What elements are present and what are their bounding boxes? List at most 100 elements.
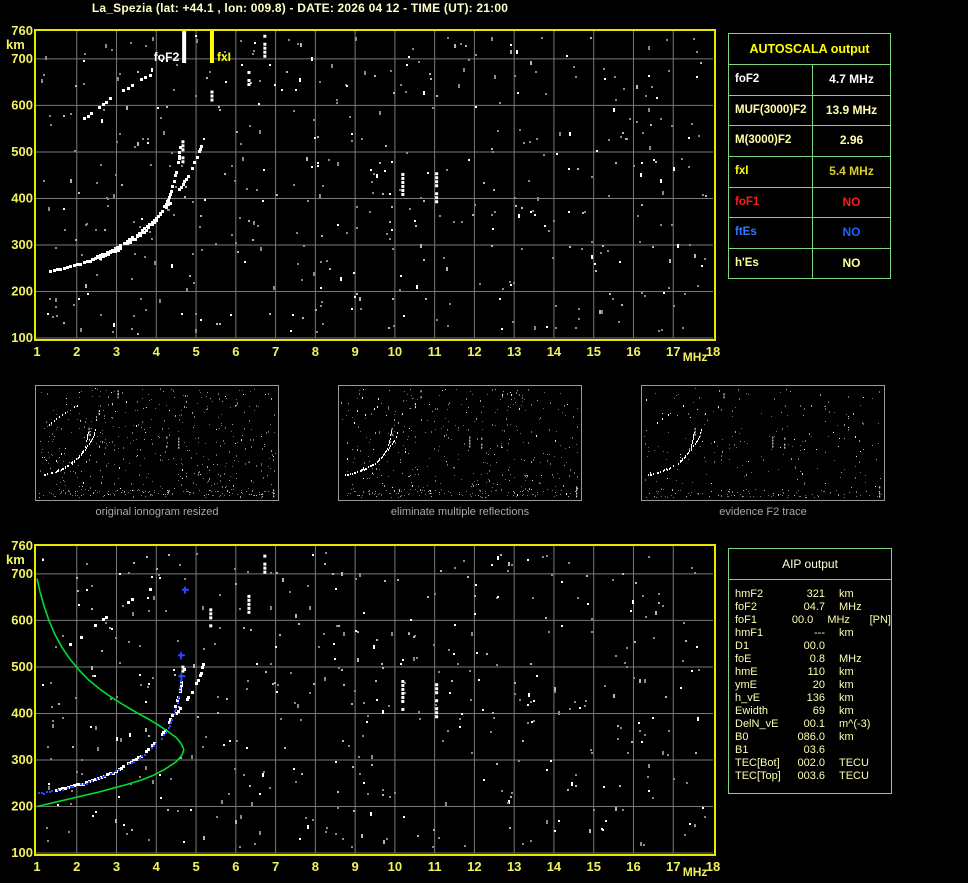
series-F2-ordinary-echo-trace [49, 146, 182, 273]
svg-text:11: 11 [428, 344, 442, 359]
aip-ex [883, 770, 887, 783]
aip-table: AIP output hmF2 321 km foF2 04.7 MHz foF1 00.0 M… [728, 548, 892, 794]
aip-nm: B1 [735, 744, 749, 756]
aip-nm: foF1 [735, 614, 758, 626]
parameter-value: 2.96 [839, 133, 864, 148]
parameter-label: MUF(3000)F2 [729, 95, 813, 126]
aip-table-rows: hmF2 321 km foF2 04.7 MHz foF1 00.0 MHz [PN] hmF1-… [729, 580, 891, 783]
panel-0 [35, 385, 279, 501]
svg-text:12: 12 [467, 344, 481, 359]
autoscala-table-rows: foF2 4.7 MHz MUF(3000)F2 13.9 MHz M(3000)F2 2… [729, 64, 890, 279]
aip-nm: foE [735, 653, 752, 665]
aip-un: MHz [839, 601, 862, 613]
svg-text:7: 7 [272, 859, 279, 874]
panel-1 [338, 385, 582, 501]
aip-vl: 00.1 [803, 718, 825, 730]
aip-ex [883, 744, 887, 757]
svg-text:400: 400 [11, 190, 33, 205]
svg-text:2: 2 [73, 344, 80, 359]
aip-row-hmF2: hmF2 321 km [729, 588, 891, 601]
svg-text:500: 500 [11, 144, 33, 159]
svg-text:17: 17 [666, 344, 680, 359]
svg-text:12: 12 [467, 859, 481, 874]
aip-vl: 00.0 [803, 640, 825, 652]
svg-text:10: 10 [388, 344, 402, 359]
parameter-label: foF2 [729, 65, 813, 95]
svg-text:15: 15 [586, 344, 600, 359]
panel-2 [641, 385, 885, 501]
svg-text:17: 17 [666, 859, 680, 874]
aip-vl: 20 [812, 679, 825, 691]
svg-text:14: 14 [547, 344, 562, 359]
aip-ex [883, 757, 887, 770]
aip-vl: 03.6 [803, 744, 825, 756]
aip-nm: hmF1 [735, 627, 764, 639]
svg-text:760: 760 [11, 23, 33, 38]
y-axis-unit: km [6, 552, 25, 567]
aip-row-B1: B1 03.6 [729, 744, 891, 757]
aip-vl: 321 [806, 588, 825, 600]
marker-label-foF2: foF2 [154, 50, 180, 64]
aip-ex [883, 705, 887, 718]
svg-text:1: 1 [33, 344, 40, 359]
marker-label-fxI: fxI [217, 50, 231, 64]
svg-text:7: 7 [272, 344, 279, 359]
noise-speckle [42, 552, 706, 848]
aip-nm: foF2 [735, 601, 758, 613]
aip-vl: 003.6 [797, 770, 825, 782]
aip-vl: 110 [807, 666, 825, 678]
svg-text:600: 600 [11, 612, 33, 627]
aip-row-B0: B0 086.0 km [729, 731, 891, 744]
aip-row-hvE: h_vE 136 km [729, 692, 891, 705]
aip-nm: B0 [735, 731, 749, 743]
autoscala-row-foF2: foF2 4.7 MHz [729, 64, 890, 95]
aip-un [825, 640, 883, 653]
aip-row-D1: D1 00.0 [729, 640, 891, 653]
aip-row-TECTop: TEC[Top] 003.6 TECU [729, 770, 891, 783]
svg-text:4: 4 [153, 859, 161, 874]
svg-text:100: 100 [11, 330, 33, 345]
svg-text:18: 18 [706, 344, 720, 359]
aip-ex [883, 588, 887, 601]
svg-text:6: 6 [232, 859, 239, 874]
aip-nm: Ewidth [735, 705, 769, 717]
aip-ex [883, 666, 887, 679]
aip-row-hmE: hmE 110 km [729, 666, 891, 679]
scaled-ionogram-with-profile: 1 2 3 4 5 6 7 8 9 10 11 12 13 14 15 16 17 18MHz7607006005… [6, 538, 720, 879]
aip-row-Ewidth: Ewidth 69 km [729, 705, 891, 718]
aip-un: km [839, 679, 854, 691]
svg-text:5: 5 [192, 344, 199, 359]
autoscala-row-M3000F2: M(3000)F2 2.96 [729, 125, 890, 157]
aip-nm: DelN_vE [735, 718, 779, 730]
aip-row-DelNvE: DelN_vE 00.1 m^(-3) [729, 718, 891, 731]
marker-line-fxI [209, 31, 214, 63]
aip-row-TECBot: TEC[Bot] 002.0 TECU [729, 757, 891, 770]
aip-un: TECU [839, 770, 869, 782]
aip-un: MHz [839, 653, 862, 665]
svg-text:11: 11 [428, 859, 442, 874]
x-axis-unit: MHz [683, 350, 708, 364]
svg-text:700: 700 [11, 566, 33, 581]
aip-ex [883, 640, 887, 653]
svg-text:9: 9 [352, 344, 359, 359]
svg-text:100: 100 [11, 845, 33, 860]
svg-text:300: 300 [11, 752, 33, 767]
svg-text:4: 4 [153, 344, 161, 359]
parameter-value: NO [842, 225, 861, 240]
aip-vl: 00.0 [791, 614, 814, 626]
svg-text:16: 16 [626, 344, 640, 359]
aip-vl: 0.8 [809, 653, 825, 665]
svg-text:3: 3 [113, 859, 120, 874]
marker-line-foF2 [182, 31, 187, 63]
aip-un: TECU [839, 757, 869, 769]
parameter-label: h'Es [729, 249, 813, 279]
svg-text:5: 5 [192, 859, 199, 874]
aip-un: MHz [827, 614, 850, 626]
panel-caption-original: original ionogram resized [95, 506, 219, 518]
svg-text:13: 13 [507, 344, 521, 359]
aip-un [825, 744, 883, 757]
x-axis-unit: MHz [683, 865, 708, 879]
svg-text:15: 15 [586, 859, 600, 874]
aip-ex [883, 692, 887, 705]
autoscala-table: AUTOSCALA output foF2 4.7 MHz MUF(3000)F2 1… [728, 33, 891, 279]
